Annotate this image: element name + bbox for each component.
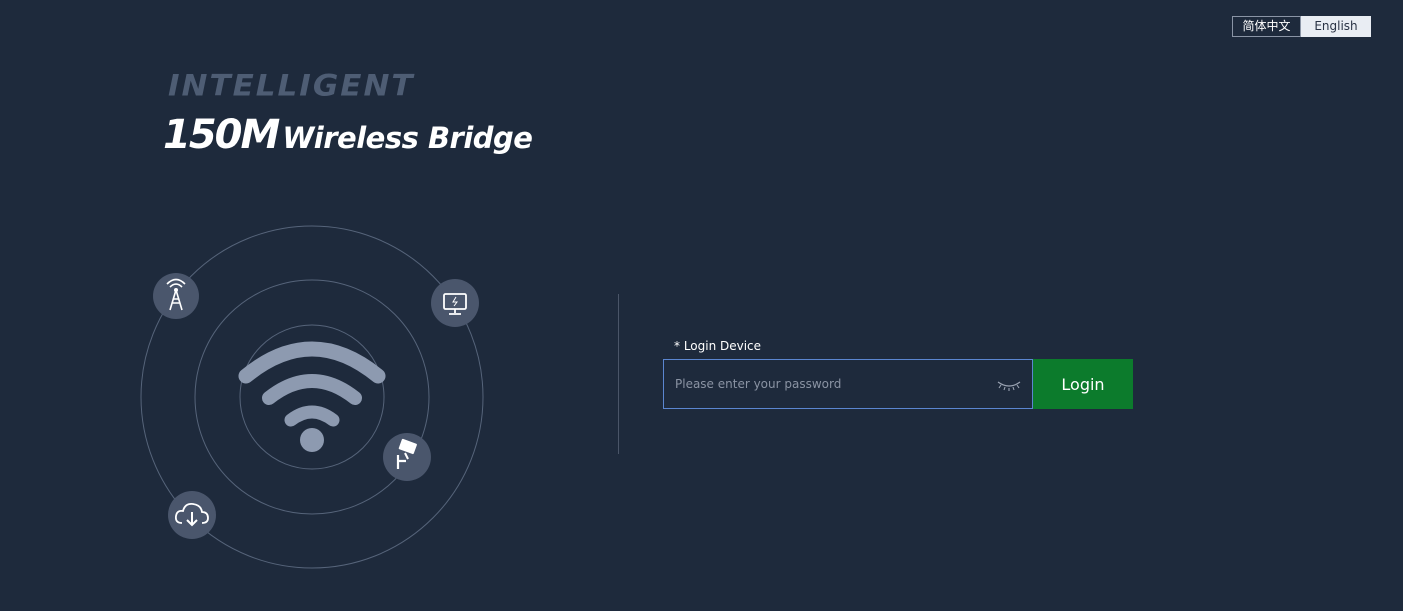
brand-product-name: Wireless Bridge	[282, 121, 533, 155]
language-chinese-button[interactable]: 简体中文	[1232, 16, 1301, 37]
login-device-label: * Login Device	[674, 339, 762, 353]
network-illustration	[130, 215, 500, 580]
brand-tagline: INTELLIGENT	[168, 68, 415, 104]
brand-title: 150M Wireless Bridge	[163, 112, 533, 158]
vertical-divider	[618, 294, 619, 454]
security-camera-icon	[383, 433, 431, 481]
login-button[interactable]: Login	[1033, 359, 1133, 409]
monitor-icon	[431, 279, 479, 327]
password-input[interactable]	[675, 360, 985, 408]
eye-closed-icon[interactable]	[996, 378, 1022, 392]
language-english-button[interactable]: English	[1301, 16, 1371, 37]
language-switch: 简体中文 English	[1232, 16, 1371, 37]
password-field	[663, 359, 1033, 409]
antenna-tower-icon	[153, 273, 199, 319]
cloud-download-icon	[168, 491, 216, 539]
login-page: 简体中文 English INTELLIGENT 150M Wireless Br…	[0, 0, 1403, 611]
brand-speed: 150M	[163, 112, 280, 158]
middle-orbit	[194, 279, 430, 515]
wifi-icon	[238, 341, 386, 452]
